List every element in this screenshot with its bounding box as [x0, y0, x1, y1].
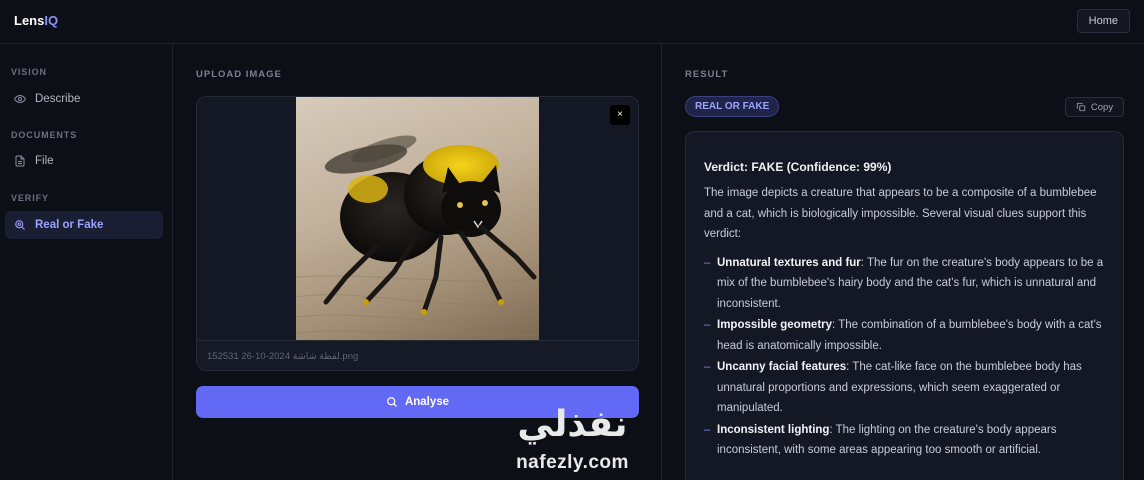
logo-accent: IQ — [44, 13, 59, 28]
copy-button-label: Copy — [1090, 101, 1114, 113]
bee-cat-illustration — [296, 135, 539, 337]
verdict-summary: The image depicts a creature that appear… — [704, 187, 1097, 240]
app-logo[interactable]: LensIQ — [14, 13, 58, 28]
evidence-list: – Unnatural textures and fur: The fur on … — [704, 253, 1105, 461]
eye-icon — [14, 94, 26, 104]
list-item: – Uncanny facial features: The cat-like f… — [704, 361, 1082, 414]
search-icon — [15, 220, 25, 230]
sidebar-item-real-or-fake[interactable]: Real or Fake — [5, 211, 163, 239]
sidebar-item-label: Real or Fake — [35, 219, 104, 231]
sidebar-section-verify: VERIFY — [11, 193, 49, 203]
sidebar-item-label: File — [35, 155, 54, 167]
home-button[interactable]: Home — [1076, 9, 1130, 33]
verdict-text: Verdict: FAKE (Confidence: 99%) — [704, 160, 892, 174]
sidebar-item-describe[interactable]: Describe — [5, 85, 163, 113]
logo-main: Lens — [14, 13, 45, 28]
point-title: Unnatural textures and fur — [717, 256, 861, 269]
image-preview-area: × — [197, 97, 638, 340]
point-title: Impossible geometry — [717, 319, 833, 331]
copy-icon — [1076, 102, 1086, 112]
sidebar-item-label: Describe — [35, 93, 81, 105]
list-item: – Inconsistent lighting: The lighting on … — [704, 423, 1057, 457]
analyse-button-label: Analyse — [404, 396, 450, 408]
uploaded-image — [296, 97, 539, 340]
search-icon — [387, 397, 397, 407]
file-icon — [15, 155, 25, 167]
sidebar-section-documents: DOCUMENTS — [11, 130, 78, 140]
mode-badge: REAL OR FAKE — [685, 96, 780, 117]
result-title: RESULT — [685, 69, 729, 80]
sidebar: VISION Describe DOCUMENTS File VERIFY Re… — [0, 44, 173, 480]
sidebar-section-vision: VISION — [11, 67, 47, 77]
remove-image-button[interactable]: × — [610, 105, 630, 125]
result-card: Verdict: FAKE (Confidence: 99%) The imag… — [685, 131, 1124, 480]
image-dropzone[interactable]: × لقطة شاشة 2024-10-26 152531.png — [196, 96, 639, 371]
point-title: Uncanny facial features — [717, 361, 847, 373]
watermark: نفذلي nafezly.com — [500, 405, 645, 480]
sidebar-item-file[interactable]: File — [5, 147, 163, 175]
top-bar: LensIQ Home — [0, 0, 1144, 44]
copy-button[interactable]: Copy — [1065, 97, 1124, 117]
point-title: Inconsistent lighting — [717, 423, 830, 436]
watermark-latin: nafezly.com — [516, 452, 629, 473]
list-item: – Unnatural textures and fur: The fur on … — [704, 256, 1104, 310]
result-panel: RESULT REAL OR FAKE Copy Verdict: FAKE (… — [662, 44, 1144, 480]
list-item: – Impossible geometry: The combination of… — [704, 319, 1102, 352]
upload-title: UPLOAD IMAGE — [196, 69, 282, 80]
file-name: لقطة شاشة 2024-10-26 152531.png — [197, 340, 638, 370]
watermark-arabic: نفذلي — [517, 404, 628, 445]
